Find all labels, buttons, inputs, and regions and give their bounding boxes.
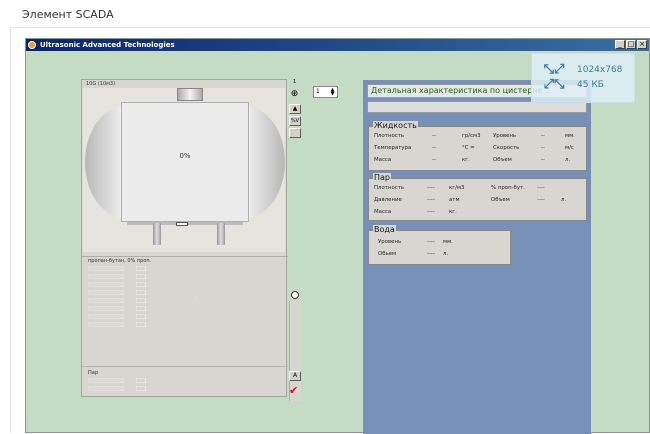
- water-unit: л.: [443, 251, 449, 257]
- liquid-label: Объем: [493, 157, 512, 163]
- liquid-unit: гр/см3: [462, 133, 481, 139]
- ghost-row: [88, 322, 166, 328]
- liquid-value: --: [432, 133, 436, 139]
- liquid-value: --: [432, 145, 436, 151]
- spinner-value: 1: [316, 88, 320, 95]
- vapor-group: Пар Плотность ---- кг/м3 % проп-бут. ---…: [368, 173, 587, 221]
- liquid-title: Жидкость: [373, 121, 418, 130]
- liquid-value: --: [541, 145, 545, 151]
- vapor-label: % проп-бут.: [491, 185, 525, 191]
- tank-hatch: [177, 88, 203, 101]
- liquid-value: --: [541, 157, 545, 163]
- tank-header: 10G (10м3): [86, 81, 116, 87]
- image-dimensions: 1024x768: [577, 65, 623, 75]
- liquid-label: Уровень: [493, 133, 517, 139]
- liquid-label: Скорость: [493, 145, 520, 151]
- vapor-unit: л.: [561, 197, 567, 203]
- percent-volume-button[interactable]: %V: [289, 116, 301, 126]
- side-toolbar: 1 ⊕ ▲ %V A ✔: [288, 79, 302, 401]
- liquid-label: Масса: [374, 157, 392, 163]
- a-button[interactable]: A: [289, 371, 301, 381]
- ghost-row: [88, 298, 166, 304]
- ghost-row: [88, 378, 166, 384]
- tank-drawing[interactable]: 0%: [83, 88, 285, 252]
- liquid-group: Жидкость Плотность -- гр/см3 Уровень -- …: [368, 121, 587, 171]
- vapor-label: Давление: [374, 197, 402, 203]
- tank-fill-percent: 0%: [179, 152, 191, 160]
- spinner-arrows-icon[interactable]: ▲ ▼: [329, 88, 336, 97]
- vapor-label: Масса: [374, 209, 392, 215]
- liquid-value: --: [541, 133, 545, 139]
- ghost-arrow-icon: ›: [194, 294, 198, 304]
- vapor-unit: кг/м3: [449, 185, 465, 191]
- vapor-label: Плотность: [374, 185, 405, 191]
- liquid-unit: °C =: [462, 145, 475, 151]
- blank-tool-button[interactable]: [289, 128, 301, 138]
- liquid-label: Плотность: [374, 133, 405, 139]
- liquid-unit: м/с: [565, 145, 574, 151]
- liquid-unit: кг.: [462, 157, 470, 163]
- ghost-row: [88, 386, 166, 392]
- check-icon[interactable]: ✔: [289, 384, 298, 397]
- water-label: Обьем: [378, 251, 397, 257]
- vapor-value: ----: [537, 197, 545, 203]
- ghost-row: [88, 274, 166, 280]
- water-unit: мм.: [443, 239, 453, 245]
- image-size: 45 КБ: [577, 80, 604, 90]
- minimize-button[interactable]: _: [615, 40, 625, 49]
- liquid-unit: мм.: [565, 133, 575, 139]
- close-button[interactable]: ×: [637, 40, 647, 49]
- magnifier-icon[interactable]: ⊕: [289, 89, 300, 100]
- liquid-value: --: [432, 157, 436, 163]
- tank-panel: 10G (10м3) 0% пропан-бутан, 0% проп. › П…: [81, 79, 288, 397]
- window-titlebar[interactable]: Ultrasonic Advanced Technologies _ □ ×: [26, 39, 649, 51]
- ghost-row: [88, 266, 166, 272]
- vapor-value: ----: [537, 185, 545, 191]
- page-caption: Элемент SCADA: [22, 8, 114, 21]
- ghost-row: [88, 314, 166, 320]
- vapor-title: Пар: [373, 173, 391, 182]
- zoom-badge[interactable]: ⤡⤢ ⤢⤡ 1024x768 45 КБ: [531, 53, 635, 103]
- tank-left-head: [85, 106, 125, 218]
- tank-leg-left: [153, 223, 161, 245]
- ghost-row: [88, 306, 166, 312]
- vapor-divider: [82, 366, 288, 367]
- ghost-row: [88, 282, 166, 288]
- left-rule: [10, 27, 11, 433]
- expand-icon[interactable]: ⤡⤢ ⤢⤡: [540, 62, 568, 92]
- tank-body: [121, 102, 249, 222]
- window-title: Ultrasonic Advanced Technologies: [40, 41, 175, 49]
- tank-spinner[interactable]: 1 ▲ ▼: [313, 86, 338, 98]
- app-icon: [28, 41, 36, 49]
- water-value: ----: [427, 239, 435, 245]
- vapor-value: ----: [427, 185, 435, 191]
- water-value: ----: [427, 251, 435, 257]
- vapor-label: Пар: [88, 370, 98, 376]
- vapor-value: ----: [427, 209, 435, 215]
- characteristics-title: Детальная характеристика по цистерне 2: [371, 86, 550, 95]
- tank-leg-right: [217, 223, 225, 245]
- ghost-row: [88, 290, 166, 296]
- liquid-unit: л.: [565, 157, 571, 163]
- vapor-value: ----: [427, 197, 435, 203]
- product-label: пропан-бутан, 0% проп.: [88, 258, 152, 264]
- liquid-label: Температура: [374, 145, 412, 151]
- scroll-up-button[interactable]: ▲: [289, 104, 301, 114]
- vapor-label: Объем: [491, 197, 510, 203]
- vapor-unit: атм: [449, 197, 460, 203]
- maximize-button[interactable]: □: [626, 40, 636, 49]
- radio-indicator[interactable]: [291, 291, 299, 299]
- tank-number: 1: [293, 79, 297, 85]
- water-label: Уровень: [378, 239, 402, 245]
- tank-drain: [176, 222, 188, 226]
- water-title: Вода: [373, 225, 396, 234]
- tank-right-head: [245, 106, 285, 218]
- water-group: Вода Уровень ---- мм. Обьем ---- л.: [368, 225, 511, 265]
- vapor-unit: кг.: [449, 209, 457, 215]
- characteristics-panel: Детальная характеристика по цистерне 2 Ж…: [363, 80, 591, 434]
